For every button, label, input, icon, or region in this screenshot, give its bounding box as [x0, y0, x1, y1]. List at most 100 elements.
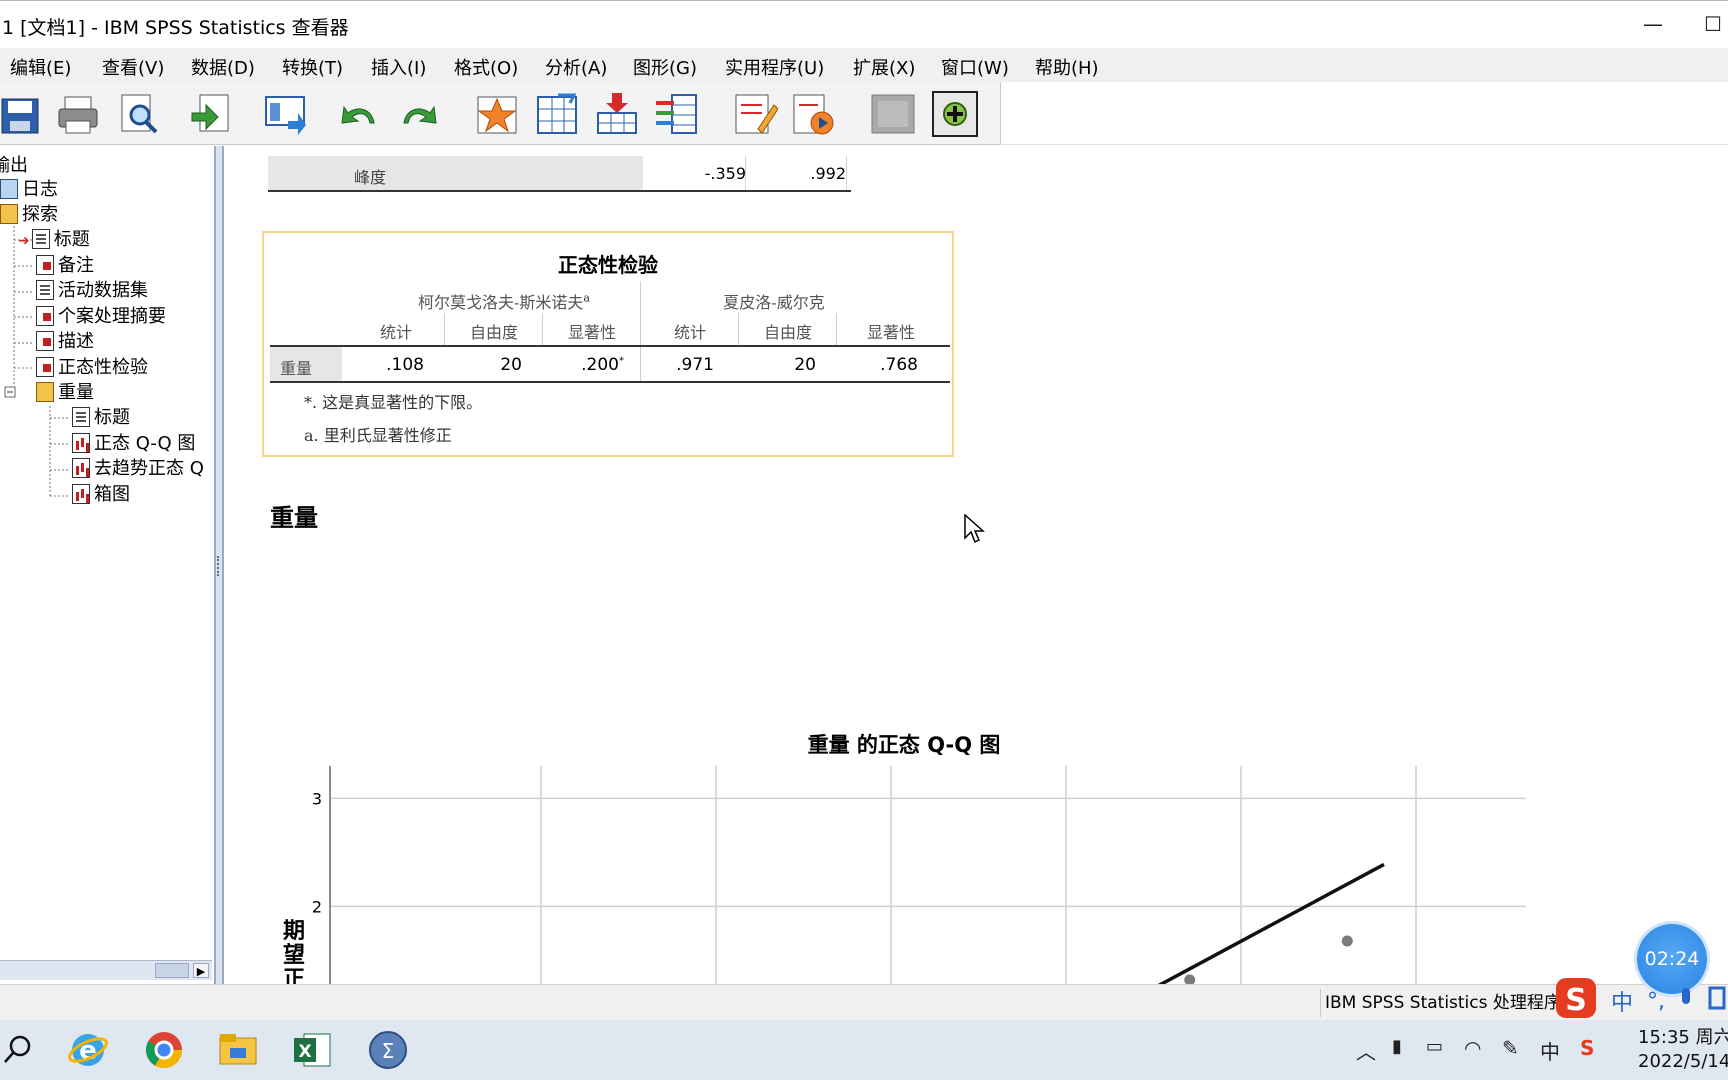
goto-case-icon[interactable] — [534, 91, 580, 137]
notes-icon — [36, 255, 54, 275]
outline-item-descriptives[interactable]: 描述 — [36, 330, 94, 354]
outline-horizontal-scrollbar[interactable]: ▶ — [0, 960, 212, 980]
punctuation-icon[interactable]: °, — [1647, 989, 1665, 1014]
scroll-thumb[interactable] — [155, 963, 189, 978]
redo-icon[interactable] — [396, 91, 442, 137]
taskbar: e X Σ ︿ ▮ ▭ ◠ ✎ 中 S 15:35 周六 2022/5/14 — [0, 1020, 1728, 1080]
undo-icon[interactable] — [336, 91, 382, 137]
outline-item-weight-title[interactable]: 标题 — [72, 406, 130, 430]
outline-item-weight[interactable]: 重量 — [36, 381, 94, 405]
outline-item-notes[interactable]: 备注 — [36, 254, 94, 278]
ime-indicator[interactable]: 中 — [1540, 1036, 1560, 1065]
col-sw-df: 自由度 — [763, 323, 812, 342]
y-axis-label-char: 望 — [283, 942, 305, 968]
menu-graphs[interactable]: 图形(G) — [633, 54, 697, 80]
voice-input-icon[interactable] — [1682, 988, 1690, 1004]
outline-item-log[interactable]: 日志 — [0, 178, 58, 202]
y-tick-label: 3 — [312, 789, 322, 808]
menu-help[interactable]: 帮助(H) — [1035, 54, 1099, 80]
ime-chinese-mode[interactable]: 中 — [1611, 991, 1633, 1016]
outline-item-title[interactable]: ➜ 标题 — [18, 228, 90, 252]
print-preview-icon[interactable] — [116, 91, 162, 137]
menu-insert[interactable]: 插入(I) — [371, 54, 426, 80]
ks-statistic-value: .108 — [386, 355, 424, 375]
clock[interactable]: 15:35 周六 2022/5/14 — [1638, 1026, 1728, 1074]
print-icon[interactable] — [55, 91, 101, 137]
output-content-pane: 峰度 -.359 .992 正态性检验 柯尔莫戈洛夫-斯米诺夫a 夏皮洛-威尔克… — [222, 146, 1728, 984]
ks-df-value: 20 — [500, 355, 522, 375]
pen-icon[interactable]: ✎ — [1502, 1036, 1519, 1060]
outline-item-qq-plot[interactable]: 正态 Q-Q 图 — [72, 432, 195, 456]
col-separator — [542, 313, 543, 347]
sogou-tray-icon[interactable]: S — [1580, 1036, 1594, 1060]
chart-grid — [329, 766, 1526, 984]
excel-icon[interactable]: X — [290, 1028, 334, 1072]
col-sw-sig: 显著性 — [866, 323, 915, 342]
qq-plot-chart[interactable]: 重量 的正态 Q-Q 图 3210 期望正态值 — [224, 526, 1728, 984]
ks-sig-number: .200 — [581, 355, 619, 375]
maximize-button[interactable]: ☐ — [1690, 7, 1728, 41]
save-icon[interactable] — [0, 91, 46, 137]
col-separator — [444, 313, 445, 347]
kurtosis-std-error: .992 — [810, 164, 846, 183]
scroll-right-arrow-icon[interactable]: ▶ — [193, 963, 209, 978]
run-script-icon[interactable] — [790, 91, 836, 137]
table-bottom-border — [270, 381, 950, 383]
menu-edit[interactable]: 编辑(E) — [10, 54, 71, 80]
outline-item-label: 标题 — [94, 407, 130, 428]
ie-browser-icon[interactable]: e — [66, 1028, 110, 1072]
edit-output-icon[interactable] — [732, 91, 778, 137]
outline-item-active-dataset[interactable]: 活动数据集 — [36, 279, 148, 303]
export-icon[interactable] — [188, 91, 234, 137]
current-item-arrow-icon: ➜ — [18, 233, 30, 249]
splitter-grip-icon[interactable] — [217, 556, 221, 576]
ime-toolbar[interactable]: S 中 °, — [1556, 976, 1728, 1026]
spss-icon[interactable]: Σ — [366, 1028, 410, 1072]
menu-format[interactable]: 格式(O) — [454, 54, 518, 80]
sw-df-value: 20 — [794, 355, 816, 375]
outline-item-normality[interactable]: 正态性检验 — [36, 356, 148, 380]
chrome-icon[interactable] — [142, 1028, 186, 1072]
outline-root[interactable]: 输出 — [0, 154, 28, 178]
search-icon[interactable] — [0, 1028, 44, 1072]
clock-date: 2022/5/14 — [1638, 1051, 1728, 1072]
designate-window-icon[interactable] — [932, 91, 978, 137]
microphone-icon[interactable]: ▮ — [1392, 1036, 1402, 1057]
ks-sig-value: .200* — [542, 355, 624, 375]
normality-test-table[interactable]: 正态性检验 柯尔莫戈洛夫-斯米诺夫a 夏皮洛-威尔克 统计 自由度 显著性 统计… — [262, 231, 954, 457]
menu-data[interactable]: 数据(D) — [191, 54, 255, 80]
ime-menu-icon[interactable] — [1708, 986, 1726, 1010]
svg-text:S: S — [1565, 983, 1587, 1018]
menu-transform[interactable]: 转换(T) — [282, 54, 343, 80]
file-explorer-icon[interactable] — [216, 1028, 260, 1072]
outline-item-detrended-qq[interactable]: 去趋势正态 Q — [72, 457, 204, 481]
outline-item-label: 描述 — [58, 331, 94, 352]
sw-group-header: 夏皮洛-威尔克 — [723, 293, 825, 312]
menu-analyze[interactable]: 分析(A) — [545, 54, 607, 80]
svg-text:X: X — [298, 1042, 311, 1062]
outline-item-explore[interactable]: 探索 — [0, 203, 58, 227]
sw-sig-value: .768 — [880, 355, 918, 375]
goto-data-icon[interactable] — [474, 91, 520, 137]
menu-utilities[interactable]: 实用程序(U) — [725, 54, 824, 80]
outline-item-boxplot[interactable]: 箱图 — [72, 483, 130, 507]
menu-view[interactable]: 查看(V) — [102, 54, 164, 80]
outline-item-label: 标题 — [53, 229, 90, 250]
outline-item-label: 活动数据集 — [58, 280, 148, 301]
toolbar-empty-area — [1001, 82, 1728, 145]
wifi-icon[interactable]: ◠ — [1464, 1036, 1481, 1060]
menu-extensions[interactable]: 扩展(X) — [853, 54, 915, 80]
table-icon — [36, 331, 54, 351]
minimize-button[interactable]: — — [1630, 7, 1676, 41]
show-hidden-icons-icon[interactable]: ︿ — [1356, 1036, 1376, 1065]
clock-time: 15:35 周六 — [1638, 1027, 1728, 1048]
table-caption: 正态性检验 — [558, 253, 658, 277]
menu-window[interactable]: 窗口(W) — [941, 54, 1009, 80]
outline-item-case-summary[interactable]: 个案处理摘要 — [36, 305, 166, 329]
kurtosis-value: -.359 — [704, 164, 746, 183]
recall-dialog-icon[interactable] — [262, 91, 308, 137]
goto-variable-icon[interactable] — [594, 91, 640, 137]
variables-icon[interactable] — [654, 91, 700, 137]
y-axis-label-char: 正 — [283, 966, 305, 984]
battery-icon[interactable]: ▭ — [1426, 1036, 1443, 1057]
